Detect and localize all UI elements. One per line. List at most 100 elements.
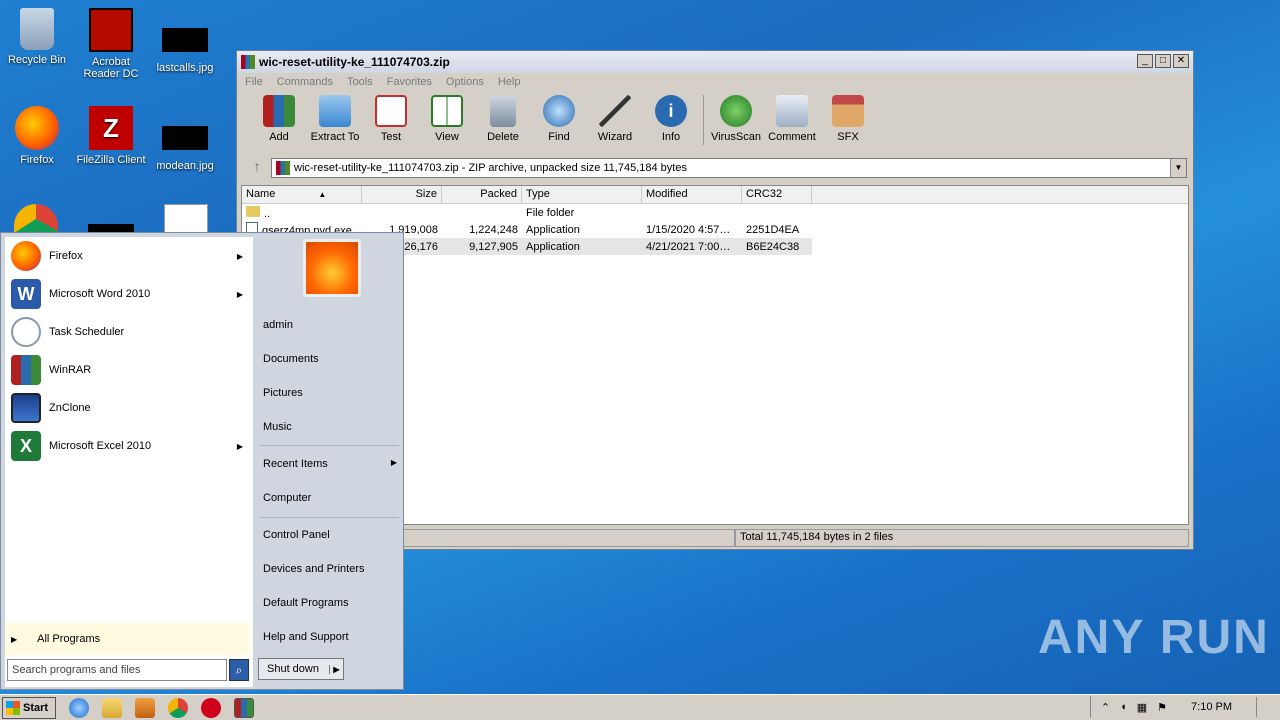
window-title: wic-reset-utility-ke_111074703.zip [259, 55, 450, 69]
column-name[interactable]: Name ▲ [242, 186, 362, 203]
menu-file[interactable]: File [245, 76, 263, 88]
view-button[interactable]: View [419, 95, 475, 147]
desktop-icon-modean[interactable]: modean.jpg [148, 114, 222, 172]
column-packed[interactable]: Packed [442, 186, 522, 203]
path-field[interactable]: wic-reset-utility-ke_111074703.zip - ZIP… [271, 158, 1187, 178]
image-thumbnail-icon [162, 126, 208, 150]
avatar[interactable] [303, 239, 361, 297]
column-crc32[interactable]: CRC32 [742, 186, 812, 203]
menu-help[interactable]: Help [498, 76, 521, 88]
add-button[interactable]: Add [251, 95, 307, 147]
network-icon[interactable]: ▦ [1137, 701, 1147, 714]
find-button[interactable]: Find [531, 95, 587, 147]
opera-icon[interactable] [201, 697, 221, 718]
volume-icon[interactable]: ◖ [1120, 701, 1127, 713]
word-doc-icon[interactable] [164, 204, 208, 234]
start-item-word[interactable]: W Microsoft Word 2010 ▶ [5, 275, 253, 313]
place-pictures[interactable]: Pictures [263, 387, 303, 399]
filezilla-icon: Z [89, 106, 133, 150]
bug-icon [720, 95, 752, 127]
sfx-button[interactable]: SFX [820, 95, 876, 147]
virusscan-button[interactable]: VirusScan [708, 95, 764, 147]
taskbar: Start ⌃ ◖ ▦ ⚑ 7:10 PM [0, 694, 1280, 720]
submenu-arrow-icon: ▶ [236, 289, 243, 299]
action-center-flag-icon[interactable]: ⚑ [1157, 701, 1167, 714]
desktop-icon-firefox[interactable]: Firefox [0, 106, 74, 166]
book-icon [431, 95, 463, 127]
monitor-icon [11, 393, 41, 423]
start-menu-programs: Firefox ▶ W Microsoft Word 2010 ▶ Task Sch… [5, 237, 253, 687]
info-button[interactable]: i Info [643, 95, 699, 147]
column-size[interactable]: Size [362, 186, 442, 203]
menu-options[interactable]: Options [446, 76, 484, 88]
place-help-support[interactable]: Help and Support [263, 631, 349, 643]
desktop-icon-filezilla[interactable]: Z FileZilla Client [74, 106, 148, 166]
clock-icon [11, 317, 41, 347]
show-desktop-button[interactable] [1256, 697, 1270, 717]
start-item-firefox[interactable]: Firefox ▶ [5, 237, 253, 275]
firefox-icon [15, 106, 59, 150]
menu-tools[interactable]: Tools [347, 76, 373, 88]
place-documents[interactable]: Documents [263, 353, 319, 365]
place-control-panel[interactable]: Control Panel [263, 529, 330, 541]
delete-button[interactable]: Delete [475, 95, 531, 147]
tray-expand-icon[interactable]: ⌃ [1101, 701, 1110, 714]
column-modified[interactable]: Modified [642, 186, 742, 203]
clock[interactable]: 7:10 PM [1191, 701, 1232, 713]
place-user[interactable]: admin [263, 319, 293, 331]
start-item-winrar[interactable]: WinRAR [5, 351, 253, 389]
folder-icon [246, 205, 260, 217]
toolbar-separator [703, 95, 704, 145]
zip-icon [276, 161, 290, 175]
shutdown-button[interactable]: Shut down ▶ [258, 658, 344, 680]
status-total: Total 11,745,184 bytes in 2 files [735, 529, 1189, 547]
extract-to-button[interactable]: Extract To [307, 95, 363, 147]
maximize-button[interactable]: □ [1155, 54, 1171, 68]
winrar-icon [11, 355, 41, 385]
path-bar: ↑ wic-reset-utility-ke_111074703.zip - Z… [243, 157, 1187, 179]
sort-ascending-icon: ▲ [318, 190, 327, 199]
all-programs-button[interactable]: ▶ All Programs [5, 623, 249, 655]
add-icon [263, 95, 295, 127]
divider [259, 517, 399, 518]
submenu-arrow-icon: ▶ [236, 251, 243, 261]
explorer-folder-icon[interactable] [102, 697, 122, 718]
trash-icon [490, 95, 516, 127]
comment-button[interactable]: Comment [764, 95, 820, 147]
title-bar[interactable]: wic-reset-utility-ke_111074703.zip _ □ ✕ [237, 51, 1193, 73]
submenu-arrow-icon: ▶ [390, 458, 397, 467]
desktop-icon-recycle-bin[interactable]: Recycle Bin [0, 8, 74, 66]
table-row[interactable]: .. File folder [242, 204, 1188, 221]
shutdown-options-arrow-icon[interactable]: ▶ [329, 664, 343, 674]
ie-icon[interactable] [69, 697, 89, 718]
menu-commands[interactable]: Commands [277, 76, 333, 88]
chrome-icon[interactable] [14, 204, 58, 234]
divider [259, 445, 399, 446]
desktop-icon-acrobat[interactable]: Acrobat Reader DC [74, 8, 148, 80]
place-devices-printers[interactable]: Devices and Printers [263, 563, 365, 575]
up-arrow-icon[interactable]: ↑ [243, 158, 271, 178]
system-tray: ⌃ ◖ ▦ ⚑ 7:10 PM [1089, 696, 1280, 718]
search-input[interactable]: Search programs and files [7, 659, 227, 681]
menu-favorites[interactable]: Favorites [387, 76, 432, 88]
start-item-znclone[interactable]: ZnClone [5, 389, 253, 427]
test-button[interactable]: Test [363, 95, 419, 147]
path-dropdown-button[interactable]: ▼ [1170, 159, 1186, 177]
place-music[interactable]: Music [263, 421, 292, 433]
place-default-programs[interactable]: Default Programs [263, 597, 349, 609]
desktop-icon-lastcalls[interactable]: lastcalls.jpg [148, 16, 222, 74]
start-item-excel[interactable]: X Microsoft Excel 2010 ▶ [5, 427, 253, 465]
search-icon[interactable]: ⌕ [229, 659, 249, 681]
close-button[interactable]: ✕ [1173, 54, 1189, 68]
winrar-taskbar-icon[interactable] [234, 697, 254, 718]
place-recent-items[interactable]: Recent Items ▶ [263, 458, 397, 470]
place-computer[interactable]: Computer [263, 492, 311, 504]
chrome-icon[interactable] [168, 697, 188, 718]
start-item-task-scheduler[interactable]: Task Scheduler [5, 313, 253, 351]
media-player-icon[interactable] [135, 697, 155, 718]
submenu-arrow-icon: ▶ [236, 441, 243, 451]
start-button[interactable]: Start [2, 696, 56, 719]
minimize-button[interactable]: _ [1137, 54, 1153, 68]
wizard-button[interactable]: Wizard [587, 95, 643, 147]
column-type[interactable]: Type [522, 186, 642, 203]
